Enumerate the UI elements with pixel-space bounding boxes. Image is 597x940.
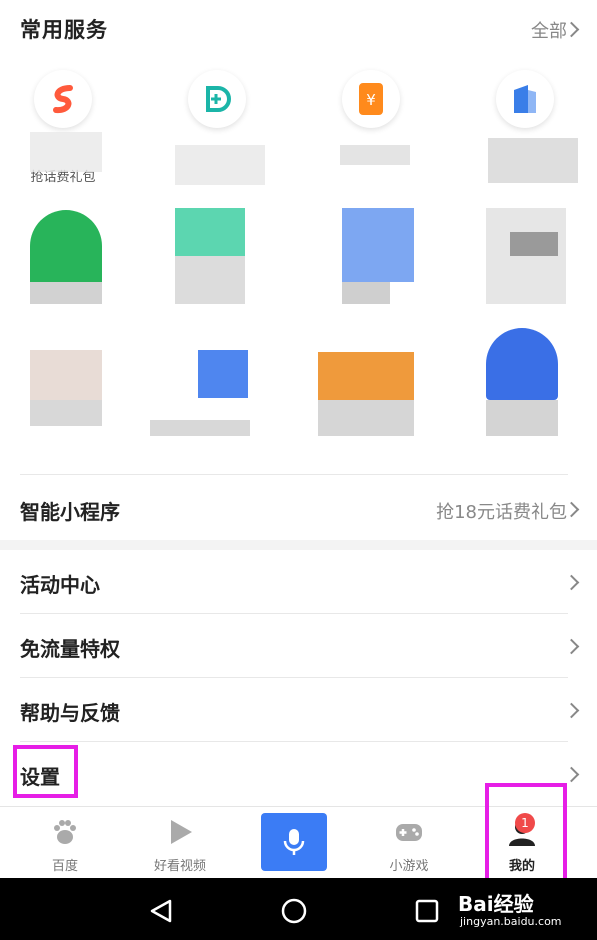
blurred-label [340,145,410,165]
blurred-label [30,282,102,304]
tab-baidu[interactable]: 百度 [10,807,120,879]
chevron-right-icon [563,766,580,783]
tab-haokan-video[interactable]: 好看视频 [125,807,235,879]
blurred-service-icon [510,232,558,256]
voice-search-button[interactable] [261,813,327,871]
watermark-url: jingyan.baidu.com [460,915,562,928]
chevron-right-icon [563,574,580,591]
list-item-free-data[interactable]: 免流量特权 [0,615,597,679]
s-logo-icon [34,70,92,128]
watermark-brand: Bai经验 [458,892,534,916]
blurred-label [30,400,102,426]
mini-program-promo: 抢18元话费礼包 [436,502,567,523]
mini-program-row[interactable]: 智能小程序 抢18元话费礼包 [0,478,597,540]
building-icon [496,70,554,128]
yuan-phone-icon: ¥ [342,70,400,128]
divider [20,741,568,742]
blurred-label [488,138,578,183]
service-item[interactable]: ¥ [296,60,446,190]
chevron-right-icon [563,702,580,719]
list-item-help-feedback[interactable]: 帮助与反馈 [0,679,597,743]
settings-highlight-box [13,745,78,798]
list-item-label: 帮助与反馈 [20,701,120,725]
blurred-service-icon [175,208,245,256]
blurred-service-icon [342,208,414,282]
tab-label: 百度 [51,859,78,874]
d-logo-icon [188,70,246,128]
common-services-header: 常用服务 全部 [0,0,597,60]
divider [20,613,568,614]
blurred-service-icon [30,350,102,400]
svg-text:¥: ¥ [366,91,376,109]
blurred-label [342,282,390,304]
tab-label: 小游戏 [389,859,429,874]
blurred-service-icon [486,208,566,304]
chevron-right-icon [563,638,580,655]
list-item-activity-center[interactable]: 活动中心 [0,551,597,615]
list-item-label: 免流量特权 [20,637,120,661]
divider [20,474,568,475]
paw-icon [54,820,76,844]
blurred-label [30,132,102,172]
blurred-service-icon [486,328,558,400]
tab-mini-games[interactable]: 小游戏 [354,807,464,879]
blurred-service-icon [318,352,414,400]
mine-tab-highlight-box [485,783,567,893]
home-icon[interactable] [280,897,308,925]
blurred-service-icon [30,210,102,282]
section-title: 常用服务 [20,18,108,42]
blurred-label [175,145,265,185]
microphone-icon [283,829,305,855]
section-gap [0,540,597,550]
divider [20,677,568,678]
blurred-label [486,400,558,436]
blurred-label [318,400,414,436]
services-grid: 抢话费礼包 ¥ [0,60,597,470]
recent-apps-icon[interactable] [414,898,440,924]
blurred-service-icon [198,350,248,398]
all-services-link[interactable]: 全部 [531,17,567,43]
play-icon [171,820,192,844]
list-item-label: 活动中心 [20,573,100,597]
mini-program-title: 智能小程序 [20,500,120,524]
gamepad-icon [396,824,422,841]
blurred-label [150,420,250,436]
back-icon[interactable] [148,898,174,924]
blurred-label [175,256,245,304]
tab-label: 好看视频 [153,859,206,874]
